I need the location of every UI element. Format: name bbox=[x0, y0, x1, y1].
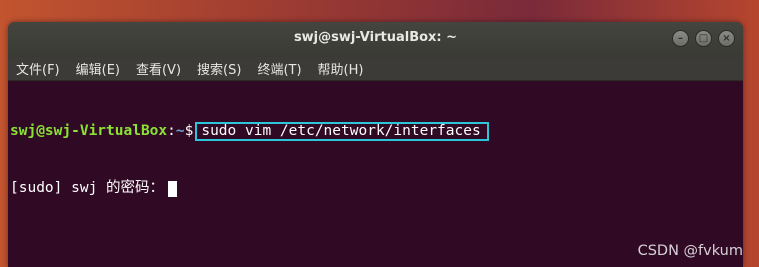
watermark: CSDN @fvkum bbox=[637, 243, 743, 259]
maximize-icon[interactable]: □ bbox=[695, 30, 712, 47]
menu-search[interactable]: 搜索(S) bbox=[193, 59, 245, 78]
prompt-separator: : bbox=[167, 123, 176, 139]
highlighted-command: sudo vim /etc/network/interfaces bbox=[195, 122, 489, 141]
terminal-output[interactable]: swj@swj-VirtualBox: ~ $ sudo vim /etc/netwo… bbox=[8, 81, 743, 239]
prompt-user: swj@swj-VirtualBox bbox=[10, 123, 168, 139]
title-bar[interactable]: swj@swj-VirtualBox: ~ – □ × bbox=[8, 22, 743, 57]
terminal-window: swj@swj-VirtualBox: ~ – □ × 文件(F) 编辑(E) … bbox=[8, 22, 743, 267]
window-title: swj@swj-VirtualBox: ~ bbox=[293, 30, 458, 45]
menu-file[interactable]: 文件(F) bbox=[12, 59, 64, 78]
menu-bar: 文件(F) 编辑(E) 查看(V) 搜索(S) 终端(T) 帮助(H) bbox=[8, 57, 743, 81]
menu-terminal[interactable]: 终端(T) bbox=[253, 59, 305, 78]
password-line: [sudo] swj 的密码： bbox=[10, 179, 741, 198]
menu-view[interactable]: 查看(V) bbox=[132, 59, 185, 78]
minimize-icon[interactable]: – bbox=[672, 30, 689, 47]
close-icon[interactable]: × bbox=[718, 30, 735, 47]
password-prompt: [sudo] swj 的密码： bbox=[10, 180, 165, 196]
command-line: swj@swj-VirtualBox: ~ $ sudo vim /etc/netwo… bbox=[10, 122, 741, 141]
menu-edit[interactable]: 编辑(E) bbox=[72, 59, 124, 78]
prompt-symbol: $ bbox=[184, 123, 194, 139]
prompt-path: ~ bbox=[175, 123, 185, 139]
window-controls: – □ × bbox=[672, 30, 735, 47]
menu-help[interactable]: 帮助(H) bbox=[314, 59, 368, 78]
text-cursor bbox=[168, 180, 178, 197]
